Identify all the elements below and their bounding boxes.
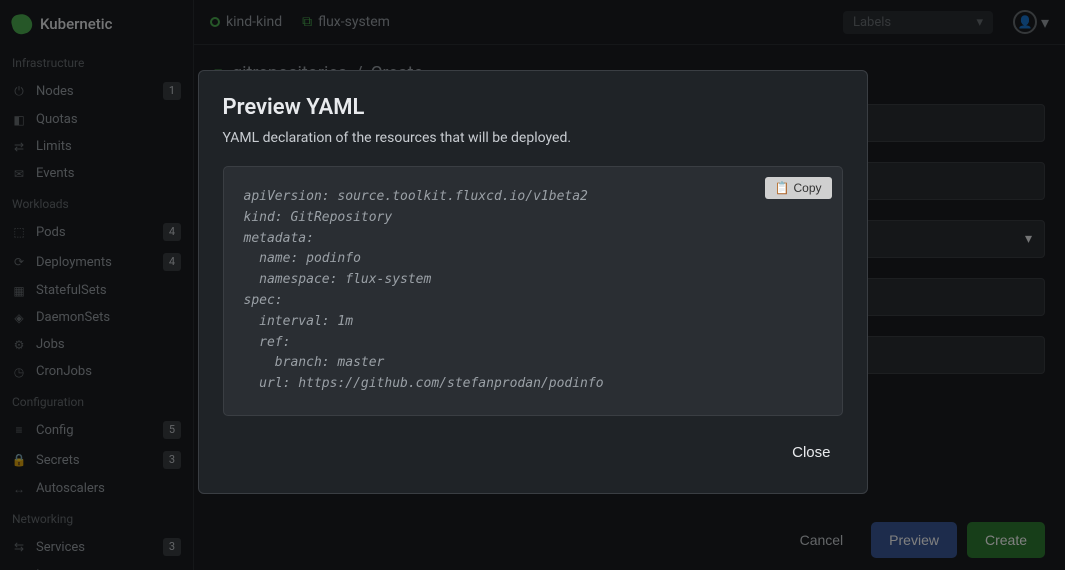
clipboard-icon: 📋 <box>775 181 790 195</box>
modal-subtitle: YAML declaration of the resources that w… <box>223 130 843 146</box>
yaml-preview: 📋Copy apiVersion: source.toolkit.fluxcd.i… <box>223 166 843 416</box>
copy-button[interactable]: 📋Copy <box>765 177 832 199</box>
yaml-content: apiVersion: source.toolkit.fluxcd.io/v1b… <box>244 189 604 391</box>
preview-yaml-modal: Preview YAML YAML declaration of the res… <box>198 70 868 494</box>
close-button[interactable]: Close <box>780 436 842 469</box>
modal-title: Preview YAML <box>223 95 843 120</box>
modal-overlay[interactable]: Preview YAML YAML declaration of the res… <box>0 0 1065 570</box>
